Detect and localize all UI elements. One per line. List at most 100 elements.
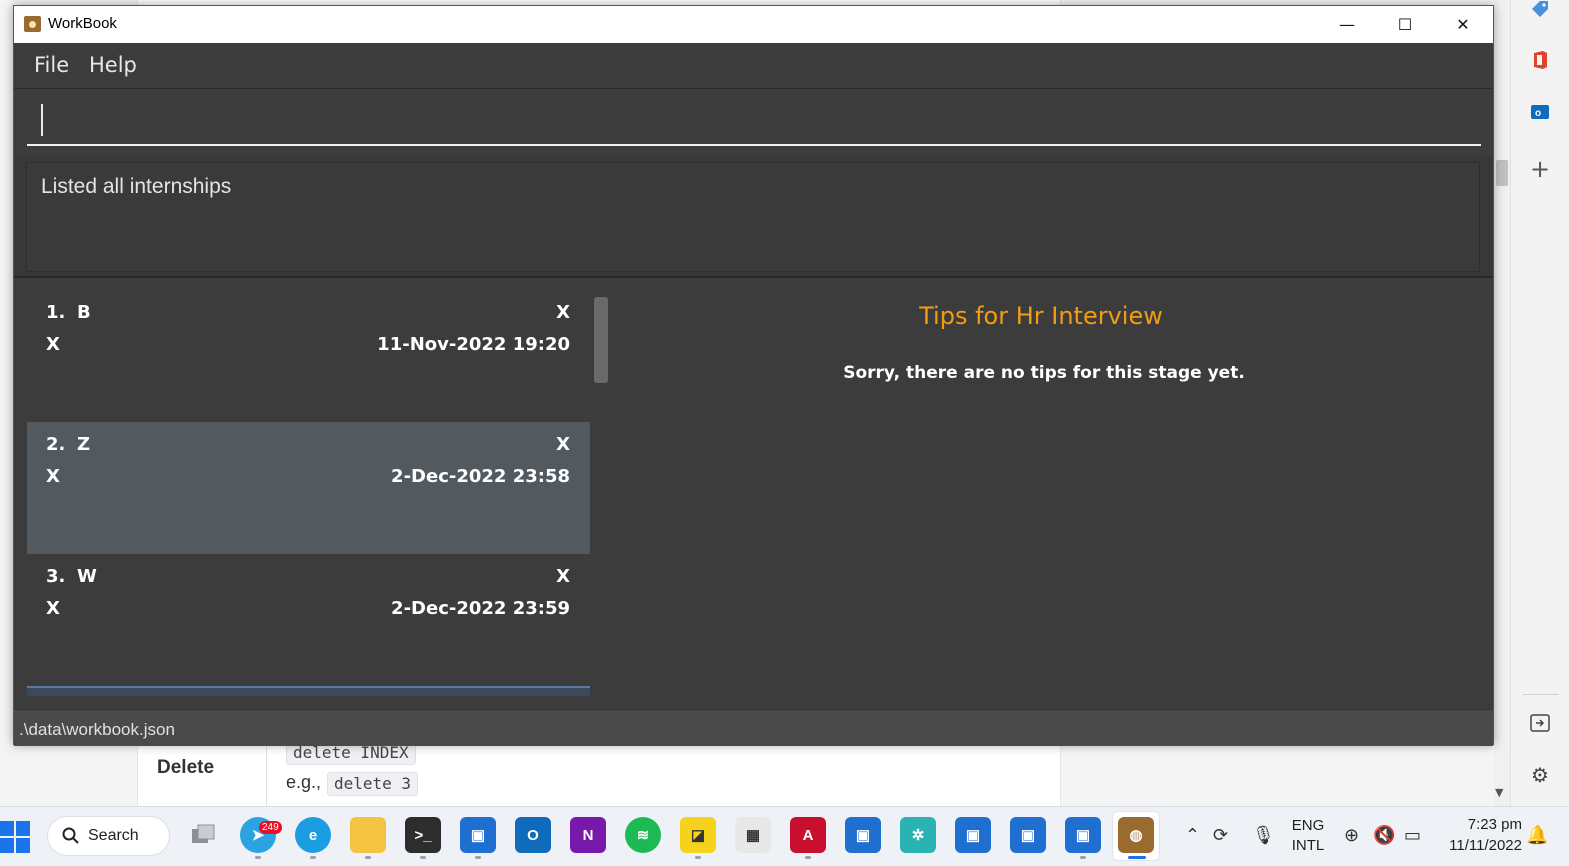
- taskbar-search[interactable]: Search: [47, 816, 170, 856]
- task-view-icon[interactable]: [186, 817, 222, 853]
- running-indicator: [255, 856, 261, 859]
- file-explorer-icon[interactable]: [350, 817, 386, 853]
- internship-card[interactable]: 1. B X X 11-Nov-2022 19:20: [27, 290, 590, 422]
- card-index: 3.: [46, 566, 66, 587]
- running-indicator: [420, 856, 426, 859]
- network-icon[interactable]: ⊕: [1344, 825, 1359, 846]
- internship-card-selected[interactable]: 2. Z X X 2-Dec-2022 23:58: [27, 422, 590, 554]
- maximize-button[interactable]: ☐: [1376, 6, 1434, 43]
- card-company: W: [77, 566, 97, 587]
- table-column-divider: [266, 744, 267, 806]
- card-role: X: [46, 466, 60, 487]
- result-message: Listed all internships: [41, 175, 232, 198]
- data-file-path: .\data\workbook.json: [19, 720, 175, 739]
- settings-gear-icon[interactable]: ⚙: [1525, 760, 1555, 790]
- outlook-taskbar-icon[interactable]: O: [515, 817, 551, 853]
- notifications-icon[interactable]: 🔔: [1526, 825, 1548, 846]
- hide-sidebar-icon[interactable]: [1525, 708, 1555, 738]
- card-datetime: 2-Dec-2022 23:59: [391, 598, 570, 619]
- card-index: 1.: [46, 302, 66, 323]
- internship-list[interactable]: 1. B X X 11-Nov-2022 19:20 2. Z X X 2-De…: [27, 290, 590, 696]
- app-window-icon[interactable]: ▣: [1065, 817, 1101, 853]
- add-icon[interactable]: +: [1525, 154, 1555, 184]
- title-bar[interactable]: WorkBook — ☐ ✕: [14, 6, 1493, 43]
- search-icon: [62, 827, 79, 844]
- page-scrollbar-thumb[interactable]: [1496, 160, 1508, 186]
- svg-text:o: o: [1535, 108, 1541, 119]
- running-indicator: [1080, 856, 1086, 859]
- result-display-container: Listed all internships: [14, 156, 1493, 278]
- example-prefix: e.g.,: [286, 772, 322, 792]
- command-input[interactable]: [27, 100, 1481, 146]
- menu-help[interactable]: Help: [89, 53, 137, 77]
- tag-icon[interactable]: [1525, 0, 1555, 24]
- app-window-icon[interactable]: ▣: [845, 817, 881, 853]
- clock-date[interactable]: 11/11/2022: [1440, 837, 1522, 854]
- card-index: 2.: [46, 434, 66, 455]
- browser-edge-sidebar: o + ⚙: [1510, 0, 1569, 806]
- show-hidden-icons-icon[interactable]: ⌃: [1185, 825, 1200, 846]
- edge-browser-icon[interactable]: e: [295, 817, 331, 853]
- microphone-icon[interactable]: 🎙: [1252, 825, 1275, 846]
- workbook-taskbar-icon[interactable]: ◍: [1118, 817, 1154, 853]
- close-button[interactable]: ✕: [1434, 6, 1492, 43]
- card-datetime: 2-Dec-2022 23:58: [391, 466, 570, 487]
- card-company: B: [77, 302, 91, 323]
- card-role: X: [46, 334, 60, 355]
- tips-title: Tips for Hr Interview: [919, 302, 1163, 330]
- list-scrollbar-thumb[interactable]: [594, 297, 608, 383]
- example-command-code: delete 3: [327, 772, 419, 796]
- minimize-button[interactable]: —: [1318, 6, 1376, 43]
- running-indicator: [365, 856, 371, 859]
- tips-message: Sorry, there are no tips for this stage …: [843, 363, 1245, 383]
- battery-icon[interactable]: ▭: [1404, 825, 1421, 846]
- app-window-icon[interactable]: ▣: [955, 817, 991, 853]
- next-card-edge[interactable]: [27, 686, 590, 696]
- internship-card[interactable]: 3. W X X 2-Dec-2022 23:59: [27, 554, 590, 686]
- keyboard-layout[interactable]: INTL: [1287, 837, 1329, 854]
- card-datetime: 11-Nov-2022 19:20: [377, 334, 570, 355]
- workbook-window: WorkBook — ☐ ✕ File Help Listed all inte…: [13, 5, 1494, 746]
- terminal-icon[interactable]: >_: [405, 817, 441, 853]
- text-caret: [41, 104, 43, 136]
- outlook-icon[interactable]: o: [1525, 97, 1555, 127]
- card-stage: X: [556, 566, 570, 587]
- app-window-icon[interactable]: ▣: [460, 817, 496, 853]
- running-indicator: [310, 856, 316, 859]
- office-icon[interactable]: [1525, 45, 1555, 75]
- microsoft-store-icon[interactable]: ▦: [735, 817, 771, 853]
- page-scrollbar[interactable]: [1494, 0, 1510, 806]
- language-code[interactable]: ENG: [1287, 817, 1329, 834]
- acrobat-icon[interactable]: A: [790, 817, 826, 853]
- running-indicator: [805, 856, 811, 859]
- spotify-icon[interactable]: ≋: [625, 817, 661, 853]
- card-role: X: [46, 598, 60, 619]
- status-bar: .\data\workbook.json: [14, 709, 1493, 746]
- app-window-icon[interactable]: ▣: [1010, 817, 1046, 853]
- scroll-down-arrow-icon[interactable]: ▼: [1495, 786, 1503, 799]
- workbook-app-icon: [24, 16, 41, 32]
- sync-icon[interactable]: ⟳: [1213, 825, 1228, 846]
- onenote-icon[interactable]: N: [570, 817, 606, 853]
- result-display: Listed all internships: [26, 162, 1480, 272]
- window-title: WorkBook: [48, 15, 117, 32]
- sidebar-divider: [1523, 694, 1559, 695]
- search-label: Search: [88, 827, 139, 844]
- active-indicator: [1128, 856, 1146, 859]
- command-row-label: Delete: [157, 757, 215, 778]
- windows-start-icon[interactable]: [0, 821, 32, 853]
- clock-time[interactable]: 7:23 pm: [1440, 816, 1522, 833]
- sticky-notes-icon[interactable]: ◪: [680, 817, 716, 853]
- volume-muted-icon[interactable]: 🔇: [1373, 825, 1395, 846]
- card-stage: X: [556, 434, 570, 455]
- card-company: Z: [77, 434, 91, 455]
- menu-bar: File Help: [14, 43, 1493, 89]
- command-box-container: [14, 90, 1493, 156]
- network-app-icon[interactable]: ✲: [900, 817, 936, 853]
- running-indicator: [695, 856, 701, 859]
- menu-file[interactable]: File: [34, 53, 69, 77]
- notification-badge: 249: [259, 821, 282, 834]
- card-stage: X: [556, 302, 570, 323]
- running-indicator: [475, 856, 481, 859]
- taskbar: Search ➤ 249 e >_ ▣ O N ≋ ◪ ▦ A ▣ ✲ ▣ ▣ …: [0, 806, 1569, 866]
